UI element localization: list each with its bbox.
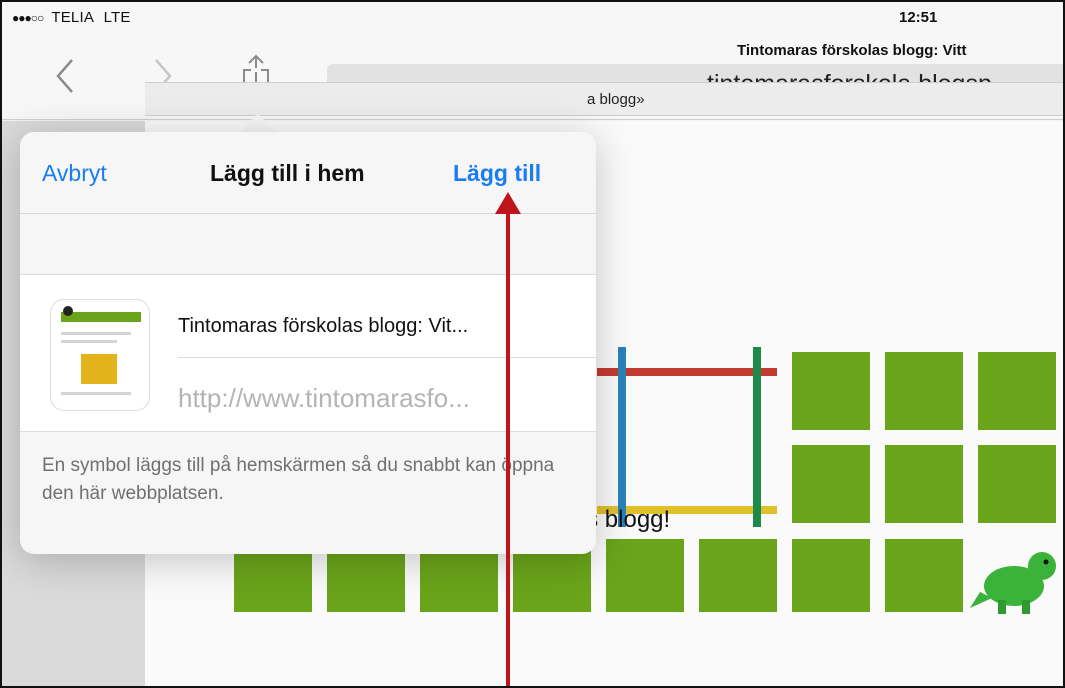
- annotation-arrow-icon: [495, 192, 521, 686]
- screen-frame: ●●●○○ TELIA LTE 12:51 tintomaras: [0, 0, 1065, 688]
